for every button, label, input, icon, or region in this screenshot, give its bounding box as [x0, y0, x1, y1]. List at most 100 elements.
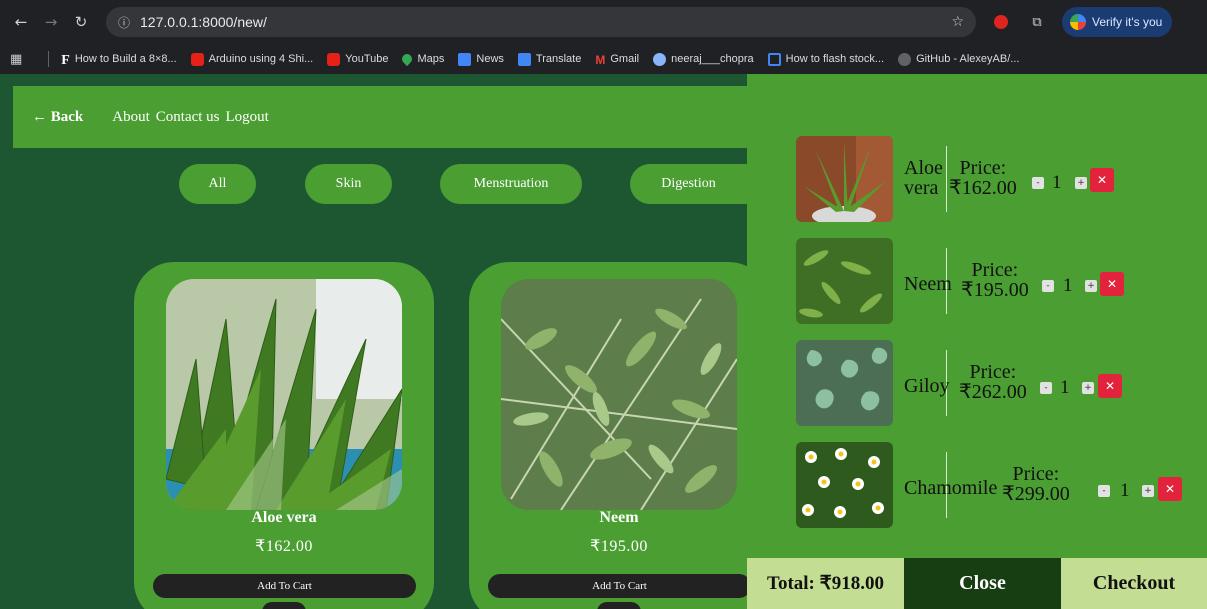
github-icon	[898, 52, 912, 66]
decrease-qty-button[interactable]: -	[1098, 485, 1110, 497]
bookmark-label: Maps	[417, 53, 445, 65]
cart-divider	[946, 146, 947, 212]
back-link[interactable]: ← Back	[32, 109, 83, 126]
filter-skin-button[interactable]: Skin	[305, 164, 392, 204]
bookmark-item[interactable]: M Gmail	[595, 52, 640, 67]
bookmark-label: YouTube	[345, 53, 389, 65]
product-price: ₹195.00	[590, 538, 648, 555]
bookmark-label: GitHub - AlexeyAB/...	[916, 53, 1020, 65]
decrease-qty-button[interactable]: -	[1032, 177, 1044, 189]
close-cart-button[interactable]: Close	[904, 558, 1061, 609]
cart-item-name: Giloy	[904, 375, 950, 397]
remove-item-button[interactable]: ✕	[1090, 168, 1114, 192]
bookmark-item[interactable]: neeraj___chopra	[653, 52, 754, 66]
extensions-puzzle-icon[interactable]: ⧉	[1026, 11, 1048, 33]
cart-item-qty: 1	[1060, 377, 1070, 398]
increase-qty-button[interactable]: +	[1085, 280, 1097, 292]
cart-item-name: Chamomile	[904, 477, 998, 499]
cart-footer: Total: ₹918.00 Close Checkout	[747, 558, 1207, 609]
maps-icon	[400, 51, 415, 67]
youtube-icon	[327, 52, 341, 66]
bookmark-item[interactable]: GitHub - AlexeyAB/...	[898, 52, 1020, 66]
site-header: ← Back About Contact us Logout	[13, 86, 753, 148]
increase-qty-button[interactable]: +	[1082, 382, 1094, 394]
verify-label: Verify it's you	[1092, 15, 1163, 29]
bookmark-label: How to flash stock...	[785, 53, 885, 65]
price-value: ₹162.00	[949, 177, 1017, 199]
cart-item-qty: 1	[1120, 480, 1130, 501]
price-label: Price:	[969, 361, 1017, 383]
bookmarks-bar: ▦ F How to Build a 8×8... Arduino using 4…	[0, 44, 1207, 74]
product-card: Aloe vera ₹162.00 Add To Cart	[134, 262, 434, 609]
about-link[interactable]: About	[112, 109, 150, 126]
cart-item-name-line: Aloe	[904, 157, 943, 179]
bookmark-item[interactable]: Maps	[400, 51, 445, 67]
filter-digestion-button[interactable]: Digestion	[630, 164, 747, 204]
price-value: ₹262.00	[959, 381, 1027, 403]
cart-total: Total: ₹918.00	[747, 558, 904, 609]
price-label: Price:	[971, 259, 1019, 281]
google-icon	[1070, 14, 1086, 30]
cart-item-price: Price: ₹195.00	[961, 260, 1029, 300]
cart-item-name: Aloe vera	[904, 158, 943, 198]
cart-item: Chamomile Price: ₹299.00 - 1 + ✕	[796, 442, 1196, 528]
contact-link[interactable]: Contact us	[156, 109, 220, 126]
phone-icon	[767, 52, 781, 66]
translate-icon	[517, 52, 531, 66]
bookmark-label: How to Build a 8×8...	[74, 53, 177, 65]
cart-item: Neem Price: ₹195.00 - 1 + ✕	[796, 238, 1196, 324]
apps-grid-icon[interactable]: ▦	[10, 52, 22, 67]
globe-icon	[653, 52, 667, 66]
increase-qty-button[interactable]: +	[1142, 485, 1154, 497]
cart-item: Giloy Price: ₹262.00 - 1 + ✕	[796, 340, 1196, 426]
news-icon	[458, 52, 472, 66]
increase-qty-button[interactable]: +	[1075, 177, 1087, 189]
decrease-qty-button[interactable]: -	[1042, 280, 1054, 292]
gmail-icon: M	[595, 52, 606, 67]
add-to-cart-button[interactable]: Add To Cart	[153, 574, 416, 598]
category-filters: All Skin Menstruation Digestion	[0, 164, 760, 204]
bookmark-label: Arduino using 4 Shi...	[208, 53, 314, 65]
bookmark-item[interactable]: Translate	[517, 52, 581, 66]
cart-item-name: Neem	[904, 273, 952, 295]
cart-thumb-neem	[796, 238, 893, 324]
product-price: ₹162.00	[255, 538, 313, 555]
extension-icon[interactable]	[990, 11, 1012, 33]
filter-all-button[interactable]: All	[179, 164, 256, 204]
bookmark-star-icon[interactable]: ☆	[951, 14, 964, 30]
cart-item-qty: 1	[1052, 172, 1062, 193]
bookmarks-separator	[48, 51, 50, 67]
reload-icon[interactable]: ↻	[68, 9, 94, 35]
remove-item-button[interactable]: ✕	[1098, 374, 1122, 398]
card-handle	[262, 602, 306, 609]
cart-panel: Aloe vera Price: ₹162.00 - 1 + ✕ Neem Pr…	[747, 74, 1207, 609]
bookmark-item[interactable]: Arduino using 4 Shi...	[190, 52, 314, 66]
bookmark-item[interactable]: F How to Build a 8×8...	[61, 52, 177, 68]
price-label: Price:	[1012, 463, 1060, 485]
product-image-neem	[501, 279, 737, 510]
cart-item-qty: 1	[1063, 275, 1073, 296]
address-bar[interactable]: ⓘ 127.0.0.1:8000/new/ ☆	[106, 7, 976, 37]
bookmark-label: neeraj___chopra	[671, 53, 754, 65]
price-value: ₹195.00	[961, 279, 1029, 301]
back-arrow-icon[interactable]: ←	[8, 9, 34, 35]
bookmark-item[interactable]: YouTube	[327, 52, 389, 66]
f-logo-icon: F	[61, 52, 70, 68]
remove-item-button[interactable]: ✕	[1158, 477, 1182, 501]
decrease-qty-button[interactable]: -	[1040, 382, 1052, 394]
bookmark-item[interactable]: How to flash stock...	[767, 52, 885, 66]
bookmark-label: Gmail	[610, 53, 640, 65]
cart-item-name-line: vera	[904, 177, 939, 199]
filter-menstruation-button[interactable]: Menstruation	[440, 164, 582, 204]
checkout-button[interactable]: Checkout	[1061, 558, 1207, 609]
site-info-icon[interactable]: ⓘ	[118, 14, 130, 31]
remove-item-button[interactable]: ✕	[1100, 272, 1124, 296]
bookmark-label: News	[476, 53, 504, 65]
add-to-cart-button[interactable]: Add To Cart	[488, 574, 751, 598]
verify-profile-button[interactable]: Verify it's you	[1062, 7, 1173, 37]
cart-item-price: Price: ₹299.00	[1002, 464, 1070, 504]
bookmark-item[interactable]: News	[458, 52, 504, 66]
cart-item: Aloe vera Price: ₹162.00 - 1 + ✕	[796, 136, 1196, 222]
logout-link[interactable]: Logout	[226, 109, 269, 126]
forward-arrow-icon[interactable]: →	[38, 9, 64, 35]
